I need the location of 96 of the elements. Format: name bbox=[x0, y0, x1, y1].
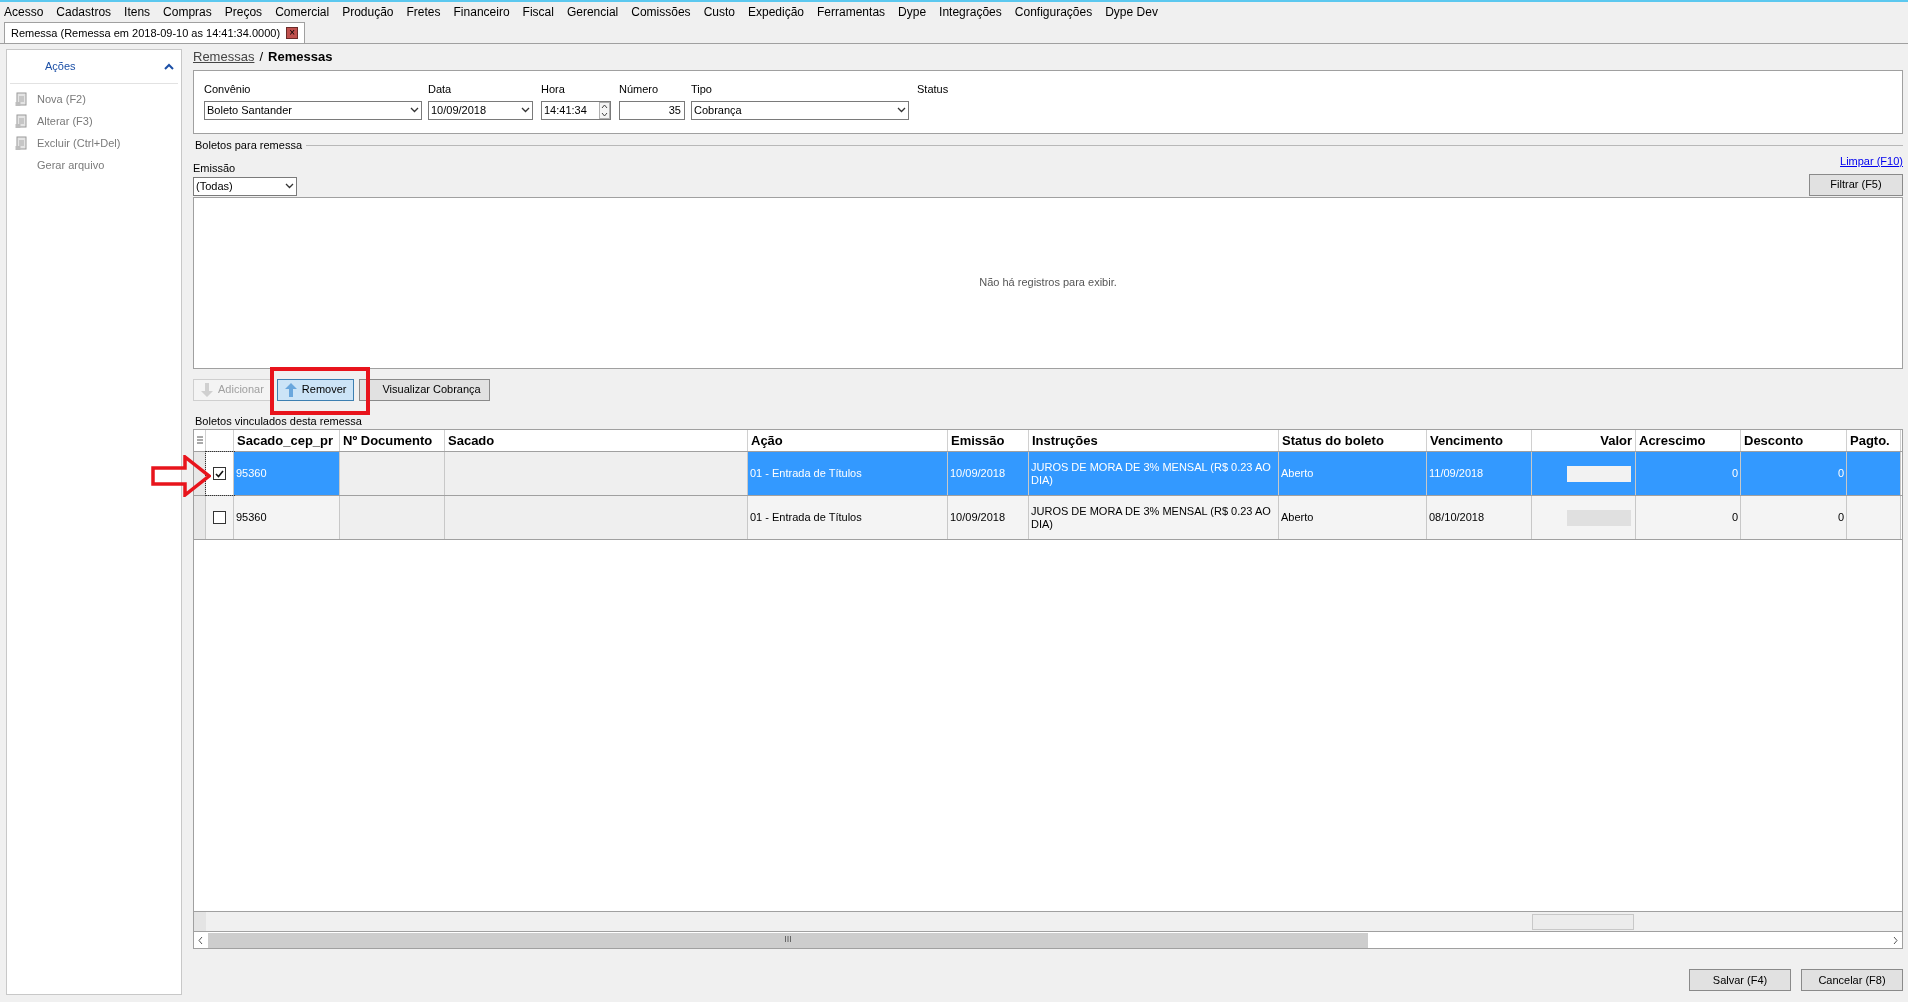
dropdown-caret-icon bbox=[410, 107, 419, 113]
table-cell: 0 bbox=[1636, 496, 1741, 539]
dropdown-caret-icon bbox=[521, 107, 530, 113]
table-cell: 0 bbox=[1741, 452, 1847, 495]
up-arrow-icon bbox=[284, 382, 297, 397]
column-header[interactable]: Nº Documento bbox=[340, 430, 445, 451]
menu-item[interactable]: Itens bbox=[124, 3, 151, 21]
menu-item[interactable]: Cadastros bbox=[56, 3, 112, 21]
checkmark-icon bbox=[215, 469, 224, 478]
menu-item[interactable]: Comissões bbox=[631, 3, 691, 21]
menu-item[interactable]: Financeiro bbox=[453, 3, 510, 21]
field-label: Convênio bbox=[204, 82, 252, 97]
document-icon bbox=[15, 91, 29, 107]
column-header[interactable]: Ação bbox=[748, 430, 948, 451]
menu-item[interactable]: Custo bbox=[703, 3, 735, 21]
field-label: Hora bbox=[541, 82, 566, 97]
dropdown-caret-icon bbox=[285, 183, 294, 189]
action-button[interactable]: Visualizar Cobrança bbox=[359, 378, 490, 401]
filter-button[interactable]: Filtrar (F5) bbox=[1809, 173, 1903, 196]
field-label: Emissão bbox=[193, 161, 237, 176]
column-header[interactable]: Pagto. bbox=[1847, 430, 1901, 451]
document-tab[interactable]: Remessa (Remessa em 2018-09-10 as 14:41:34.0000) × bbox=[4, 22, 306, 43]
menu-item[interactable]: Fiscal bbox=[522, 3, 554, 21]
breadcrumb-link[interactable]: Remessas bbox=[193, 47, 255, 67]
cancel-button[interactable]: Cancelar (F8) bbox=[1801, 969, 1903, 991]
table-cell: 95360 bbox=[234, 452, 340, 495]
field-label: Status bbox=[917, 82, 949, 97]
table-cell: Aberto bbox=[1279, 496, 1427, 539]
menu-item[interactable]: Ferramentas bbox=[817, 3, 886, 21]
menu-item[interactable]: Fretes bbox=[406, 3, 441, 21]
menu-item[interactable]: Expedição bbox=[748, 3, 805, 21]
row-checkbox[interactable] bbox=[213, 467, 226, 480]
column-header[interactable]: Sacado bbox=[445, 430, 748, 451]
column-header[interactable]: Valor bbox=[1532, 430, 1636, 451]
close-button[interactable]: × bbox=[286, 27, 299, 39]
table-cell: 01 - Entrada de Títulos bbox=[748, 452, 948, 495]
menu-item[interactable]: Integrações bbox=[939, 3, 1002, 21]
table-cell: JUROS DE MORA DE 3% MENSAL (R$ 0.23 AO DIA) bbox=[1029, 452, 1279, 495]
menu-item[interactable]: Configurações bbox=[1014, 3, 1093, 21]
column-header[interactable]: Acrescimo bbox=[1636, 430, 1741, 451]
document-icon bbox=[15, 113, 29, 129]
column-header[interactable]: Desconto bbox=[1741, 430, 1847, 451]
section-title: Boletos para remessa bbox=[194, 137, 302, 153]
empty-message: Não há registros para exibir. bbox=[979, 275, 1117, 291]
menu-item[interactable]: Compras bbox=[163, 3, 212, 21]
menu-item[interactable]: Dype Dev bbox=[1105, 3, 1158, 21]
row-checkbox[interactable] bbox=[213, 511, 226, 524]
chevron-up-icon[interactable] bbox=[164, 63, 174, 70]
masked-value bbox=[1567, 465, 1631, 482]
sidebar-title: Ações bbox=[45, 59, 76, 75]
menu-item[interactable]: Preços bbox=[224, 3, 263, 21]
field-label: Tipo bbox=[691, 82, 713, 97]
table-cell: 10/09/2018 bbox=[948, 452, 1029, 495]
row-header-cell[interactable] bbox=[194, 496, 206, 539]
column-header[interactable]: Vencimento bbox=[1427, 430, 1532, 451]
pointer-arrow-icon bbox=[151, 455, 211, 497]
table-cell: 10/09/2018 bbox=[948, 496, 1029, 539]
table-cell: Aberto bbox=[1279, 452, 1427, 495]
column-header[interactable]: Instruções bbox=[1029, 430, 1279, 451]
grid-row[interactable]: 95360 01 - Entrada de Títulos 10/09/2018 JUROS DE MORA DE 3% MENSAL (R$ 0.23 AO DIA) Aberto 08/10/2018 0 0 bbox=[194, 496, 1902, 540]
document-icon bbox=[15, 135, 29, 151]
save-button[interactable]: Salvar (F4) bbox=[1689, 969, 1791, 991]
breadcrumb-current: Remessas bbox=[268, 48, 333, 67]
time-spinner[interactable]: 14:41:34 bbox=[541, 100, 611, 120]
table-cell: 08/10/2018 bbox=[1427, 496, 1532, 539]
field-label: Número bbox=[619, 82, 660, 97]
spinner-arrows-icon[interactable] bbox=[599, 101, 610, 119]
section-title: Boletos vinculados desta remessa bbox=[194, 413, 363, 429]
table-cell bbox=[1847, 452, 1901, 495]
tipo-select[interactable]: Cobrança bbox=[691, 100, 909, 120]
column-header[interactable]: Sacado_cep_pr bbox=[234, 430, 340, 451]
table-cell: JUROS DE MORA DE 3% MENSAL (R$ 0.23 AO DIA) bbox=[1029, 496, 1279, 539]
down-arrow-icon bbox=[201, 382, 213, 397]
number-field[interactable]: 35 bbox=[619, 100, 685, 120]
menu-item[interactable]: Acesso bbox=[4, 3, 44, 21]
convenio-select[interactable]: Boleto Santander bbox=[204, 100, 422, 120]
field-label: Data bbox=[428, 82, 453, 97]
emissao-select[interactable]: (Todas) bbox=[193, 176, 297, 196]
breadcrumb-separator: / bbox=[259, 48, 264, 67]
menu-item[interactable]: Gerencial bbox=[566, 3, 619, 21]
dropdown-caret-icon bbox=[897, 107, 906, 113]
scrollbar-thumb[interactable]: III bbox=[208, 932, 1368, 948]
table-cell: 11/09/2018 bbox=[1427, 452, 1532, 495]
action-button[interactable]: Remover bbox=[276, 378, 355, 401]
table-cell: 0 bbox=[1741, 496, 1847, 539]
menu-item[interactable]: Comercial bbox=[275, 3, 330, 21]
column-header[interactable]: Status do boleto bbox=[1279, 430, 1427, 451]
table-cell: 0 bbox=[1636, 452, 1741, 495]
table-cell: 01 - Entrada de Títulos bbox=[748, 496, 948, 539]
horizontal-scrollbar[interactable]: III bbox=[194, 931, 1902, 948]
clear-link[interactable]: Limpar (F10) bbox=[1840, 153, 1903, 170]
table-cell: 95360 bbox=[234, 496, 340, 539]
date-picker[interactable]: 10/09/2018 bbox=[428, 100, 533, 120]
menu-item[interactable]: Produção bbox=[342, 3, 394, 21]
column-header[interactable]: Emissão bbox=[948, 430, 1029, 451]
menu-item[interactable]: Dype bbox=[898, 3, 927, 21]
